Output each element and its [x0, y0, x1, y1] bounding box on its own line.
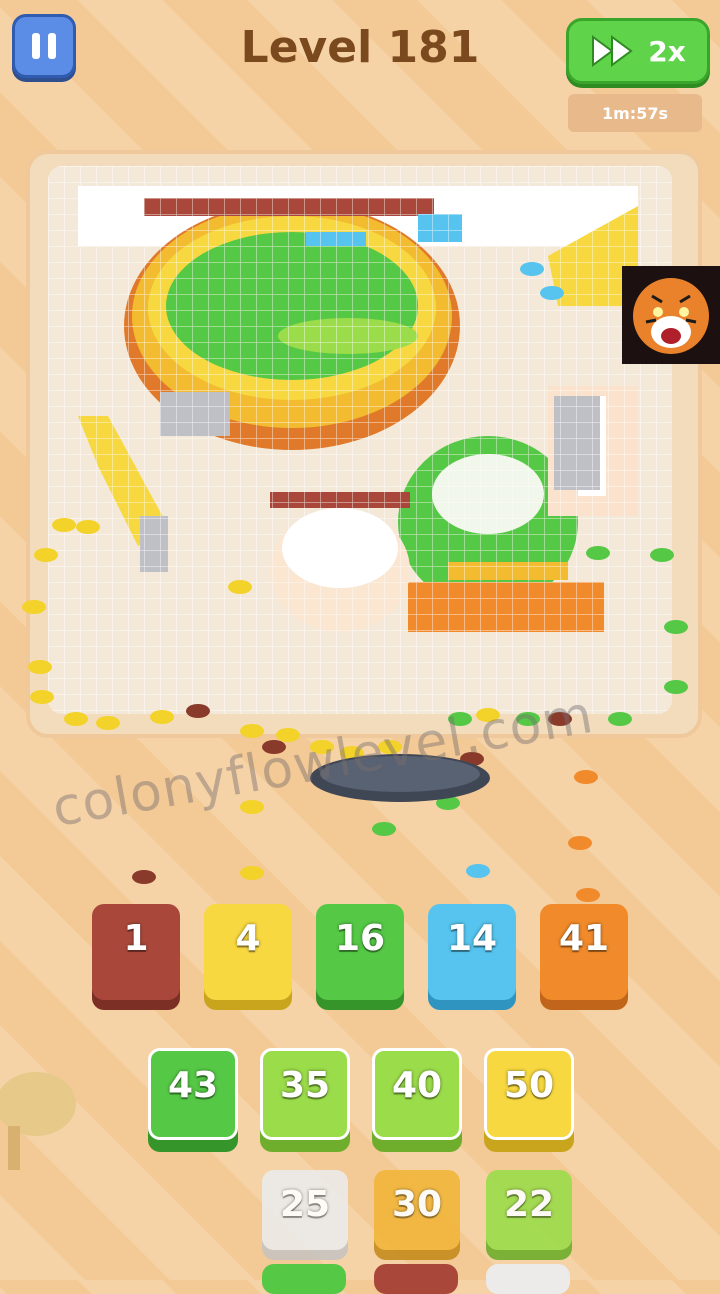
speed-label: 2x [648, 34, 686, 68]
colony-tile-brown[interactable]: 1 [92, 904, 180, 1000]
fast-forward-icon [592, 35, 633, 67]
queue-tile-gold[interactable]: 30 [374, 1170, 460, 1250]
tree-decoration [0, 1072, 76, 1170]
queue-tile-peek-white [486, 1264, 570, 1294]
queue-tile-white[interactable]: 25 [262, 1170, 348, 1250]
colony-tile-green[interactable]: 16 [316, 904, 404, 1000]
queue-tile-light-green-3[interactable]: 22 [486, 1170, 572, 1250]
pixel-canvas [48, 166, 672, 714]
timer: 1m:57s [568, 94, 702, 132]
colony-tile-orange[interactable]: 41 [540, 904, 628, 1000]
tiger-avatar [622, 266, 720, 364]
colony-tile-yellow[interactable]: 4 [204, 904, 292, 1000]
colony-tile-blue[interactable]: 14 [428, 904, 516, 1000]
queue-tile-yellow[interactable]: 50 [484, 1048, 574, 1140]
queue-tile-green[interactable]: 43 [148, 1048, 238, 1140]
queue-tile-peek-brown [374, 1264, 458, 1294]
queue-tile-light-green-1[interactable]: 35 [260, 1048, 350, 1140]
queue-tile-peek-green [262, 1264, 346, 1294]
speed-button[interactable]: 2x [566, 18, 710, 84]
queue-tile-light-green-2[interactable]: 40 [372, 1048, 462, 1140]
grid-overlay [48, 166, 672, 714]
